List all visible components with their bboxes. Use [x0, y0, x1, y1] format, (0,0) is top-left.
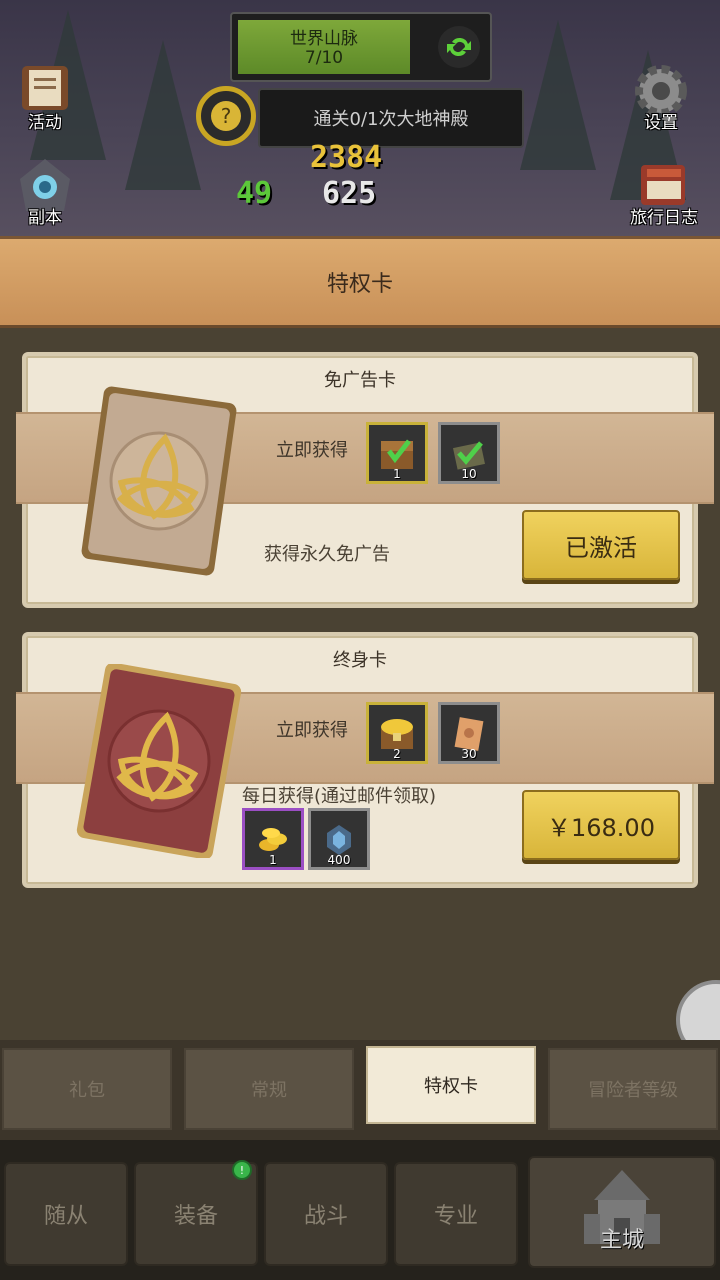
journal-label: 旅行日志	[630, 208, 698, 228]
daily-reward-slot[interactable]: 1	[242, 808, 304, 870]
world-progress: 7/10	[304, 48, 344, 68]
nav-main-city[interactable]: 主城	[528, 1156, 716, 1268]
nav-followers[interactable]: 随从	[4, 1162, 128, 1266]
settings-label: 设置	[644, 113, 678, 133]
quest-question-icon[interactable]: ?	[196, 86, 256, 146]
svg-text:?: ?	[221, 104, 232, 128]
nav-battle[interactable]: 战斗	[264, 1162, 388, 1266]
reward-count: 10	[461, 467, 477, 481]
get-now-label: 立即获得	[276, 720, 348, 741]
pine-tree-decoration	[520, 20, 596, 170]
nav-profession[interactable]: 专业	[394, 1162, 518, 1266]
dungeon-button[interactable]: 副本	[14, 155, 76, 228]
world-name: 世界山脉	[290, 29, 358, 49]
lifetime-card-art	[76, 664, 242, 858]
get-now-label: 立即获得	[276, 440, 348, 461]
tab-adventurer-level[interactable]: 冒险者等级	[548, 1048, 718, 1130]
notification-badge-icon: !	[232, 1160, 252, 1180]
panel-title: 特权卡	[0, 236, 720, 328]
reward-count: 2	[393, 747, 401, 761]
reward-count: 400	[327, 853, 351, 867]
settings-button[interactable]: 设置	[630, 60, 692, 133]
tab-privilege-card[interactable]: 特权卡	[366, 1046, 536, 1124]
quest-text[interactable]: 通关0/1次大地神殿	[258, 88, 524, 148]
tab-regular[interactable]: 常规	[184, 1048, 354, 1130]
reward-count: 1	[269, 853, 277, 867]
refresh-icon[interactable]	[438, 26, 480, 68]
journal-button[interactable]: 旅行日志	[630, 155, 698, 228]
damage-number: 2384	[310, 140, 383, 175]
no-ads-card-art	[81, 386, 237, 576]
reward-slot[interactable]: 1	[366, 422, 428, 484]
reward-slot[interactable]: 30	[438, 702, 500, 764]
reward-count: 30	[461, 747, 477, 761]
activity-label: 活动	[28, 113, 62, 133]
reward-slot[interactable]: 10	[438, 422, 500, 484]
activity-button[interactable]: 活动	[14, 60, 76, 133]
daily-label: 每日获得(通过邮件领取)	[242, 786, 437, 807]
reward-count: 1	[393, 467, 401, 481]
damage-number: 49	[236, 176, 273, 211]
nav-main-city-label: 主城	[599, 1228, 644, 1253]
world-progress-box[interactable]: 世界山脉 7/10	[230, 12, 492, 82]
reward-slot[interactable]: 2	[366, 702, 428, 764]
card-description: 获得永久免广告	[264, 544, 390, 565]
daily-reward-slot[interactable]: 400	[308, 808, 370, 870]
dungeon-label: 副本	[28, 208, 62, 228]
tab-gift-pack[interactable]: 礼包	[2, 1048, 172, 1130]
damage-number: 625	[322, 176, 377, 211]
purchase-button[interactable]: ￥168.00	[522, 790, 680, 860]
activated-button[interactable]: 已激活	[522, 510, 680, 580]
pine-tree-decoration	[125, 40, 201, 190]
